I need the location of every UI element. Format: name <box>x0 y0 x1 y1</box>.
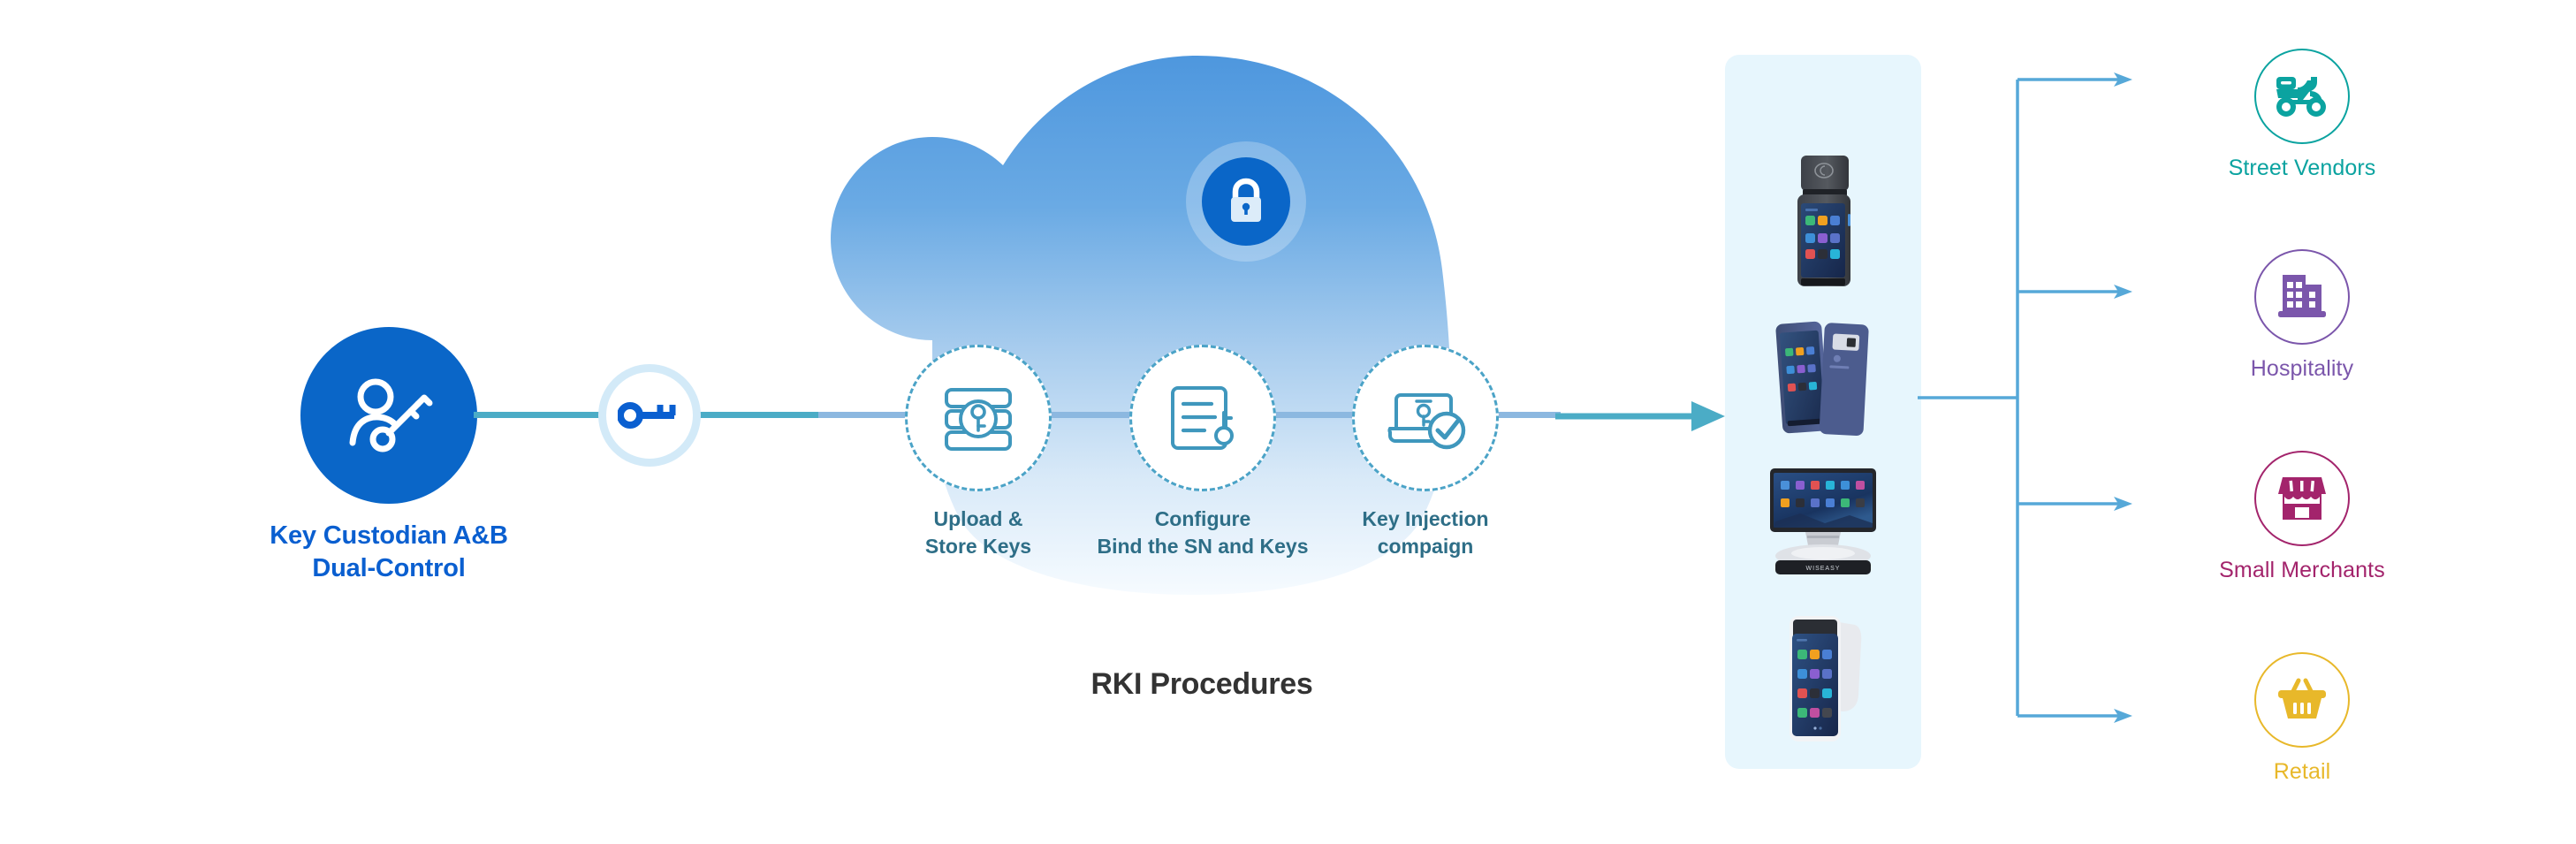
key-node <box>598 364 701 467</box>
branch-connectors <box>1918 72 2132 723</box>
cloud-line-segment-4 <box>1497 412 1561 418</box>
device-desktop-pos-display: WISEASY <box>1725 457 1921 589</box>
destination-small-merchants[interactable]: Small Merchants <box>2169 451 2435 583</box>
desktop-pos-display-stand-image: WISEASY <box>1770 468 1876 574</box>
cloud-line-segment-2 <box>1050 412 1131 418</box>
step-configure-bind-sn-keys[interactable]: Configure Bind the SN and Keys <box>1098 345 1308 558</box>
destination-street-vendors[interactable]: Street Vendors <box>2169 49 2435 181</box>
mobile-pos-terminal-pair-image <box>1775 321 1869 437</box>
server-stack-key-icon <box>945 388 1012 451</box>
shopping-basket-icon <box>2278 678 2326 719</box>
document-key-icon <box>1171 386 1234 450</box>
cloud-caption: RKI Procedures <box>1090 667 1313 701</box>
hospitality-label: Hospitality <box>2250 356 2354 381</box>
step-1-circle <box>905 345 1052 491</box>
padlock-badge <box>1202 157 1290 246</box>
terminal-check-icon <box>1387 393 1466 450</box>
step-3-circle <box>1352 345 1499 491</box>
handheld-pos-white-terminal-image <box>1790 616 1862 741</box>
key-custodian-node: Key Custodian A&B Dual-Control <box>270 327 548 663</box>
small-merchants-label: Small Merchants <box>2219 558 2385 582</box>
cloud-line-segment-3 <box>1274 412 1354 418</box>
device-handheld-pos-white <box>1725 607 1921 749</box>
destination-hospitality[interactable]: Hospitality <box>2169 249 2435 382</box>
street-vendors-label: Street Vendors <box>2228 156 2376 180</box>
device-mobile-pos-pair <box>1725 311 1921 444</box>
device-handheld-pos-printer <box>1725 152 1921 293</box>
retail-circle <box>2254 652 2350 748</box>
cloud-line-segment-1 <box>818 412 907 418</box>
handheld-pos-printer-terminal-image <box>1797 156 1850 286</box>
small-merchants-circle <box>2254 451 2350 546</box>
destination-retail[interactable]: Retail <box>2169 652 2435 785</box>
key-custodian-label: Key Custodian A&B Dual-Control <box>270 521 508 583</box>
scooter-delivery-icon <box>2276 77 2326 117</box>
key-icon <box>618 402 676 429</box>
street-vendors-circle <box>2254 49 2350 144</box>
buildings-icon <box>2278 275 2326 317</box>
key-custodian-circle <box>300 327 477 504</box>
rki-key-injection-diagram: Key Custodian A&B Dual-Control Upload & … <box>0 0 2576 844</box>
hospitality-circle <box>2254 249 2350 345</box>
user-with-key-icon <box>349 378 433 452</box>
device-panel: WISEASY <box>1725 55 1921 769</box>
padlock-icon <box>1231 178 1261 222</box>
arrow-cloud-to-devices <box>1555 401 1725 431</box>
step-2-circle <box>1129 345 1276 491</box>
step-key-injection-campaign[interactable]: Key Injection compaign <box>1352 345 1499 558</box>
storefront-icon <box>2278 477 2326 520</box>
step-upload-store-keys[interactable]: Upload & Store Keys <box>905 345 1052 558</box>
svg-text:WISEASY: WISEASY <box>1806 566 1841 572</box>
retail-label: Retail <box>2273 759 2331 784</box>
step-3-label: Key Injection compaign <box>1362 507 1489 559</box>
connector-custodian-to-key <box>474 412 604 418</box>
